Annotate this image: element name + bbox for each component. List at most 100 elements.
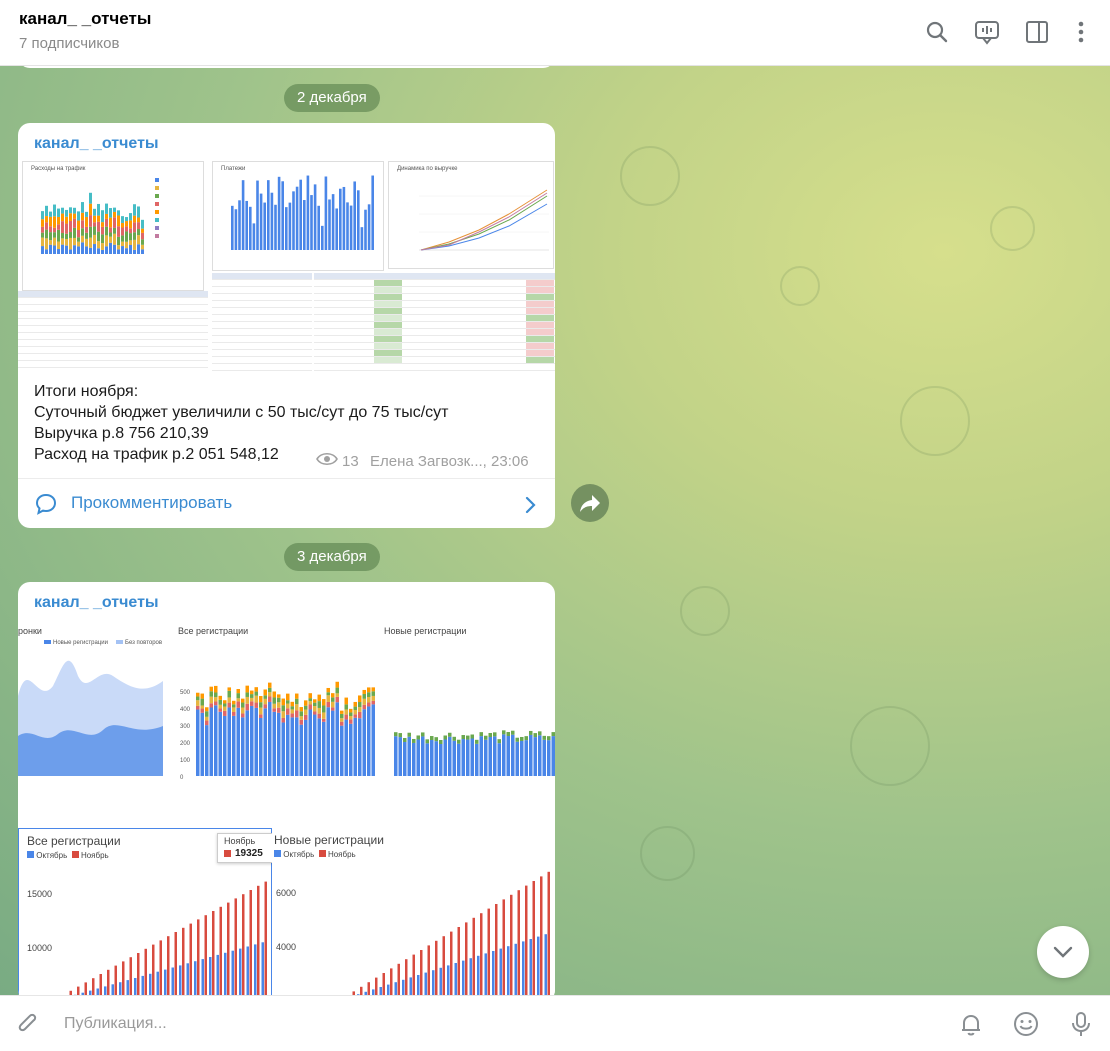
payment-bar	[281, 181, 284, 250]
november-bar	[442, 936, 445, 995]
funnels-chart-image[interactable]: ронки Новые регистрации Без повторов	[18, 626, 166, 804]
october-bar	[409, 977, 412, 995]
payments-chart-image[interactable]: Платежи	[212, 161, 384, 271]
stack-segment	[141, 244, 144, 250]
stack-segment	[105, 226, 108, 236]
channel-post[interactable]: канал_ _отчеты Расходы на трафик Платежи…	[18, 123, 555, 528]
post-line: Суточный бюджет увеличили с 50 тыс/сут д…	[34, 404, 449, 421]
stack-segment	[340, 725, 344, 776]
attach-icon[interactable]	[14, 1010, 42, 1038]
forward-button[interactable]	[571, 484, 609, 522]
channel-title[interactable]: канал_ _отчеты	[19, 9, 151, 29]
payments-table-image[interactable]	[212, 273, 312, 373]
stack-segment	[49, 232, 52, 241]
stack-segment	[41, 211, 44, 220]
stack-segment	[322, 699, 326, 706]
november-bar	[167, 936, 170, 995]
new-registrations-small-chart-image[interactable]: Новые регистрации	[384, 626, 555, 804]
scroll-to-bottom-button[interactable]	[1037, 926, 1089, 978]
stack-segment	[117, 210, 120, 216]
message-input[interactable]: Публикация...	[64, 1015, 167, 1033]
traffic-table-image[interactable]	[18, 291, 208, 373]
stack-segment	[205, 711, 209, 717]
stack-segment	[129, 233, 132, 241]
stack-segment	[313, 699, 317, 703]
payment-bar	[299, 179, 302, 250]
payment-bar	[292, 191, 295, 250]
stack-segment	[93, 234, 96, 245]
table-cell-fill	[526, 350, 554, 356]
orders-table-image[interactable]	[314, 273, 555, 373]
stack-segment	[263, 695, 267, 699]
stack-segment	[53, 216, 56, 228]
post-author[interactable]: канал_ _отчеты	[34, 135, 159, 153]
stack-segment	[340, 710, 344, 714]
stack-segment	[93, 226, 96, 235]
emoji-icon[interactable]	[1012, 1010, 1040, 1038]
stack-segment	[362, 704, 366, 710]
october-bar	[261, 942, 264, 995]
stack-segment	[196, 705, 200, 710]
stack-segment	[331, 701, 335, 708]
stack-segment	[344, 709, 348, 715]
all-registrations-small-chart-image[interactable]: Все регистрации 500 400 300 200 100 0	[178, 626, 378, 804]
table-header	[314, 273, 555, 279]
payment-bar	[331, 194, 335, 250]
stack-segment	[141, 219, 144, 229]
doodle	[850, 706, 930, 786]
stack-segment	[227, 697, 231, 703]
table-rule	[212, 279, 312, 280]
november-bar	[182, 927, 185, 995]
november-bar	[197, 919, 200, 995]
bar-segment	[452, 736, 456, 741]
november-bar	[517, 890, 520, 995]
more-menu-icon[interactable]	[1068, 19, 1094, 45]
doodle	[620, 146, 680, 206]
stack-segment	[317, 701, 321, 708]
live-stream-icon[interactable]	[974, 19, 1000, 45]
bar-segment	[439, 739, 443, 744]
new-registrations-chart-image[interactable]: Новые регистрации Октябрь Ноябрь 6000 40…	[272, 828, 555, 995]
bar-segment	[443, 735, 447, 740]
revenue-dynamics-chart-image[interactable]: Динамика по выручке	[388, 161, 554, 269]
forward-arrow-icon	[580, 495, 600, 512]
stack-segment	[227, 690, 231, 698]
bar-mark	[547, 740, 551, 776]
stack-segment	[304, 700, 308, 706]
table-rule	[18, 332, 208, 333]
payment-bar	[357, 190, 360, 250]
stack-segment	[353, 717, 357, 776]
comment-label: Прокомментировать	[71, 493, 233, 512]
comment-button[interactable]: Прокомментировать	[18, 478, 555, 528]
sidebar-toggle-icon[interactable]	[1024, 19, 1050, 45]
doodle	[680, 586, 730, 636]
stack-segment	[308, 704, 312, 710]
stack-segment	[196, 692, 200, 697]
payment-bar	[263, 202, 266, 250]
post-author[interactable]: канал_ _отчеты	[34, 594, 159, 612]
stack-segment	[286, 703, 290, 709]
channel-post[interactable]: канал_ _отчеты ронки Новые регистрации Б…	[18, 582, 555, 995]
y-tick: 10000	[27, 943, 53, 953]
date-separator: 3 декабря	[284, 543, 380, 571]
november-bar	[382, 973, 385, 995]
all-registrations-chart-image[interactable]: Все регистрации Октябрь Ноябрь 15000 100…	[18, 828, 273, 995]
stack-segment	[93, 222, 96, 227]
bar-mark	[520, 740, 524, 776]
microphone-icon[interactable]	[1068, 1010, 1094, 1038]
november-bar	[405, 959, 408, 995]
stack-segment	[236, 707, 240, 776]
stack-segment	[295, 698, 299, 705]
traffic-spend-chart-image[interactable]: Расходы на трафик	[22, 161, 204, 291]
stack-segment	[223, 700, 227, 704]
stack-segment	[85, 246, 88, 254]
stack-segment	[349, 712, 353, 717]
table-cell-fill	[526, 294, 554, 300]
stack-segment	[61, 244, 64, 254]
subscriber-count[interactable]: 7 подписчиков	[19, 35, 119, 52]
table-rule	[314, 363, 555, 364]
notification-bell-icon[interactable]	[957, 1010, 985, 1038]
stack-segment	[61, 207, 64, 214]
search-icon[interactable]	[924, 19, 950, 45]
october-bar	[126, 980, 129, 995]
